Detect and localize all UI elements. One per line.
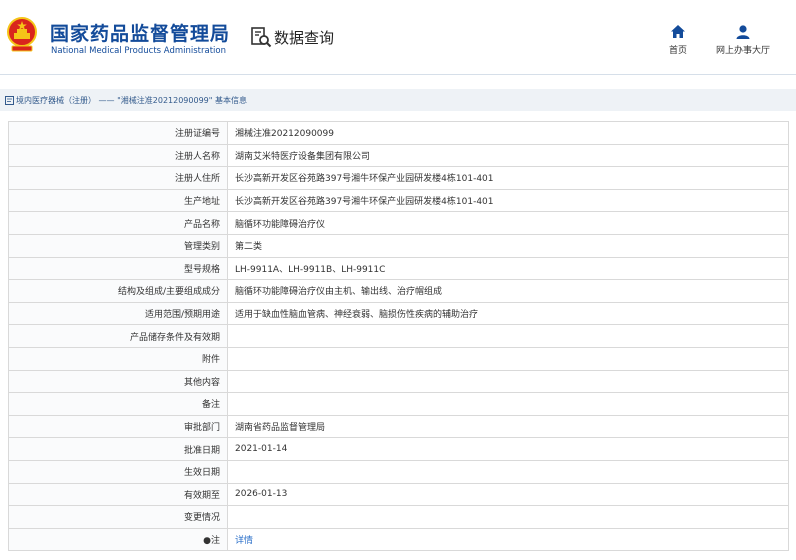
field-label: 注册证编号	[8, 121, 228, 145]
field-label: 生效日期	[8, 459, 228, 484]
table-row: 产品储存条件及有效期	[8, 324, 789, 348]
field-value: 2026-01-13	[227, 482, 789, 507]
table-row: 生效日期	[8, 459, 789, 484]
field-label: 变更情况	[8, 505, 228, 529]
field-label: 注册人住所	[8, 166, 228, 190]
table-row: 生产地址 长沙高新开发区谷苑路397号湘牛环保产业园研发楼4栋101-401	[8, 188, 789, 213]
table-row: 批准日期 2021-01-14	[8, 437, 789, 461]
nav-home-label: 首页	[669, 46, 688, 56]
nav-online-hall-label: 网上办事大厅	[716, 46, 771, 56]
data-query-link[interactable]: 数据查询	[250, 26, 334, 48]
note-label-cell: ●注	[8, 527, 228, 552]
table-row: 适用范围/预期用途 适用于缺血性脑血管病、神经衰弱、脑损伤性疾病的辅助治疗	[8, 301, 789, 326]
field-label: 备注	[8, 392, 228, 416]
table-row: 注册证编号 湘械注准20212090099	[8, 121, 789, 145]
field-label: 产品名称	[8, 211, 228, 235]
field-value	[227, 369, 789, 394]
table-row: 型号规格 LH-9911A、LH-9911B、LH-9911C	[8, 256, 789, 281]
table-row: 变更情况	[8, 505, 789, 529]
note-value-cell: 详情	[227, 527, 789, 552]
table-row: 注册人住所 长沙高新开发区谷苑路397号湘牛环保产业园研发楼4栋101-401	[8, 166, 789, 190]
table-row: 备注	[8, 392, 789, 416]
data-query-label: 数据查询	[274, 28, 335, 47]
note-label: 注	[210, 535, 220, 546]
national-emblem-icon	[7, 17, 37, 52]
user-icon	[736, 25, 750, 39]
field-label: 注册人名称	[8, 143, 228, 168]
field-value	[227, 505, 789, 529]
field-value: 第二类	[227, 233, 789, 258]
field-value	[227, 392, 789, 416]
home-icon	[671, 25, 685, 38]
field-label: 附件	[8, 346, 228, 371]
field-label: 产品储存条件及有效期	[8, 324, 228, 348]
site-title-english: National Medical Products Administration	[51, 46, 226, 56]
field-value	[227, 459, 789, 484]
field-value: 脑循环功能障碍治疗仪由主机、输出线、治疗帽组成	[227, 279, 789, 303]
field-label: 适用范围/预期用途	[8, 301, 228, 326]
document-search-icon	[251, 27, 272, 48]
field-label: 管理类别	[8, 233, 228, 258]
field-value: 2021-01-14	[227, 437, 789, 461]
field-value	[227, 346, 789, 371]
field-value: 湖南省药品监督管理局	[227, 414, 789, 439]
field-label: 结构及组成/主要组成成分	[8, 279, 228, 303]
table-row: 产品名称 脑循环功能障碍治疗仪	[8, 211, 789, 235]
detail-link[interactable]: 详情	[235, 536, 253, 546]
field-value: 脑循环功能障碍治疗仪	[227, 211, 789, 235]
table-row-note: ●注 详情	[8, 527, 789, 552]
field-value: 湘械注准20212090099	[227, 121, 789, 145]
field-value: LH-9911A、LH-9911B、LH-9911C	[227, 256, 789, 281]
field-value: 湖南艾米特医疗设备集团有限公司	[227, 143, 789, 168]
field-label: 有效期至	[8, 482, 228, 507]
field-label: 型号规格	[8, 256, 228, 281]
site-title: 国家药品监督管理局	[50, 23, 231, 45]
nav-home[interactable]: 首页	[669, 24, 687, 56]
field-value: 适用于缺血性脑血管病、神经衰弱、脑损伤性疾病的辅助治疗	[227, 301, 789, 326]
breadcrumb-text[interactable]: 境内医疗器械（注册） —— "湘械注准20212090099" 基本信息	[16, 95, 247, 106]
table-row: 管理类别 第二类	[8, 233, 789, 258]
note-bullet: ●	[203, 535, 211, 546]
table-row: 附件	[8, 346, 789, 371]
breadcrumb: 境内医疗器械（注册） —— "湘械注准20212090099" 基本信息	[0, 89, 796, 111]
field-label: 生产地址	[8, 188, 228, 213]
table-row: 审批部门 湖南省药品监督管理局	[8, 414, 789, 439]
field-value: 长沙高新开发区谷苑路397号湘牛环保产业园研发楼4栋101-401	[227, 188, 789, 213]
nav-online-hall[interactable]: 网上办事大厅	[716, 24, 770, 56]
field-value	[227, 324, 789, 348]
table-row: 其他内容	[8, 369, 789, 394]
table-row: 注册人名称 湖南艾米特医疗设备集团有限公司	[8, 143, 789, 168]
device-info-table: 注册证编号 湘械注准20212090099 注册人名称 湖南艾米特医疗设备集团有限公司…	[8, 121, 789, 552]
site-header: 国家药品监督管理局 National Medical Products Admi…	[0, 0, 796, 75]
field-label: 审批部门	[8, 414, 228, 439]
field-label: 其他内容	[8, 369, 228, 394]
table-row: 有效期至 2026-01-13	[8, 482, 789, 507]
table-row: 结构及组成/主要组成成分 脑循环功能障碍治疗仪由主机、输出线、治疗帽组成	[8, 279, 789, 303]
field-value: 长沙高新开发区谷苑路397号湘牛环保产业园研发楼4栋101-401	[227, 166, 789, 190]
location-icon	[5, 95, 14, 105]
field-label: 批准日期	[8, 437, 228, 461]
